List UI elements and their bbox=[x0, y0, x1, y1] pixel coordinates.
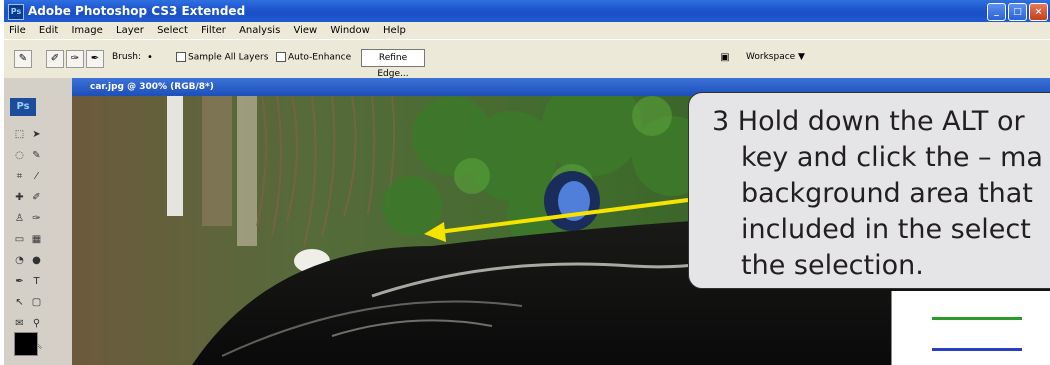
callout-line-4: included in the select bbox=[741, 214, 1031, 245]
callout-line-1: 3 Hold down the ALT or bbox=[712, 106, 1025, 137]
arrow-head-icon bbox=[424, 222, 446, 242]
screenshot-frame: Ps Adobe Photoshop CS3 Extended _ □ × Fi… bbox=[4, 0, 1050, 365]
callout-line-3: background area that bbox=[741, 178, 1033, 209]
instruction-callout: 3 Hold down the ALT or key and click the… bbox=[688, 92, 1050, 289]
callout-line-5: the selection. bbox=[741, 250, 924, 281]
callout-line-2: key and click the – ma bbox=[741, 142, 1043, 173]
